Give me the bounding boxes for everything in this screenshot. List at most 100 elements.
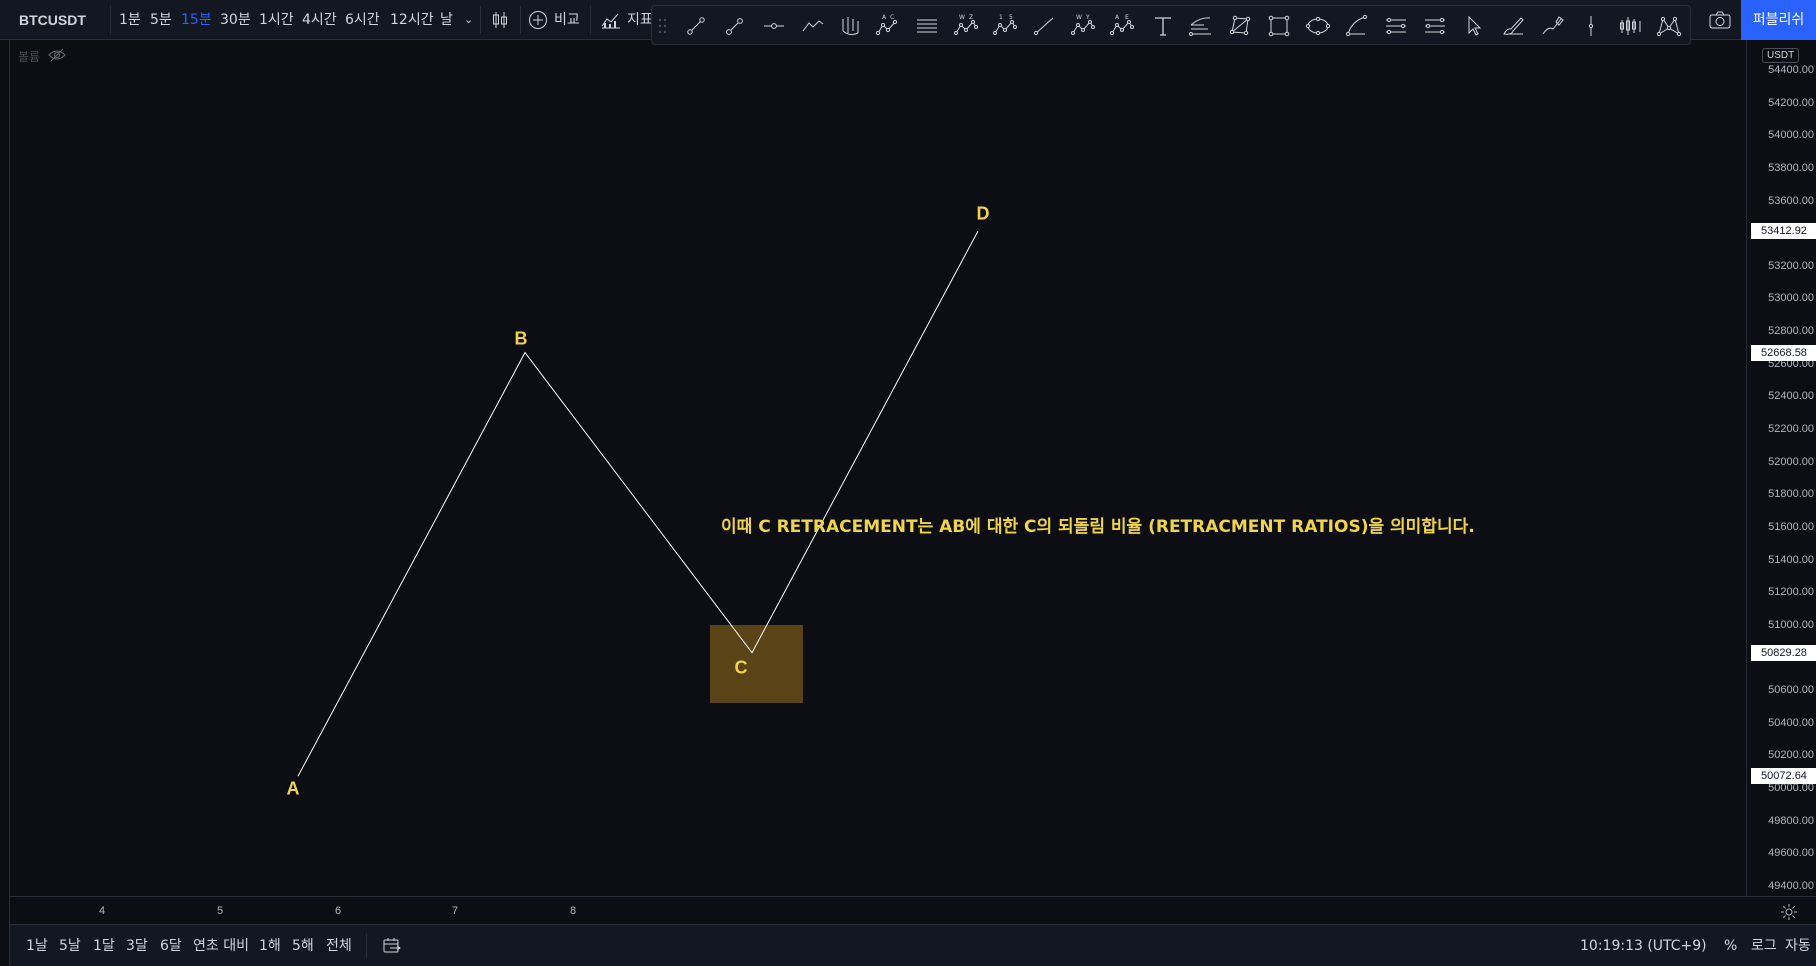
toolbar-divider [520,6,521,34]
timeframe-dropdown-chevron-icon[interactable]: ⌄ [464,0,473,40]
percent-toggle[interactable]: % [1724,925,1737,966]
time-tick: 5 [217,905,224,917]
price-axis[interactable]: 54400.00 54200.00 54000.00 53800.00 53600.00… [1746,40,1816,896]
price-tick: 54000.00 [1768,129,1814,142]
point-b-label: B [514,328,528,349]
rectangle-icon[interactable] [1265,12,1293,40]
time-tick: 4 [99,905,106,917]
price-tick: 51400.00 [1768,553,1814,566]
camera-icon[interactable] [1704,6,1736,34]
log-toggle[interactable]: 로그 [1751,925,1777,966]
annotation-text[interactable]: 이때 C RETRACEMENT는 AB에 대한 C의 되돌림 비율 (RETR… [721,512,1475,537]
price-tick: 50400.00 [1768,716,1814,729]
timeframe-15m[interactable]: 15분 [181,0,212,40]
calendar-goto-icon[interactable] [382,936,402,956]
candles-icon[interactable] [490,10,510,30]
path-icon[interactable] [799,12,827,40]
auto-toggle[interactable]: 자동 [1785,925,1811,966]
wy-wave-icon[interactable]: WY [1069,12,1097,40]
time-tick: 8 [570,905,577,917]
time-tick: 7 [452,905,459,917]
wz-wave-icon[interactable]: WZ [952,12,980,40]
time-axis[interactable]: 4 5 6 7 8 [10,896,1816,924]
price-tick: 49600.00 [1768,847,1814,860]
range-all[interactable]: 전체 [326,925,352,966]
volume-legend: 볼륨 [18,48,66,65]
price-tick: 54400.00 [1768,64,1814,76]
brush-icon[interactable] [1499,12,1527,40]
indicators-button[interactable]: 지표 [627,0,653,40]
xabcd-pattern-icon[interactable] [1655,12,1683,40]
bars-pattern-icon[interactable] [1616,12,1644,40]
point-a-label: A [286,778,300,799]
date-range-icon[interactable] [1421,12,1449,40]
range-3m[interactable]: 3달 [126,925,148,966]
range-1m[interactable]: 1달 [93,925,115,966]
compare-button[interactable]: 비교 [554,0,580,40]
timeframe-1m[interactable]: 1분 [119,0,141,40]
point-d-label: D [976,203,990,224]
timeframe-6h[interactable]: 6시간 [345,0,380,40]
vertical-line-icon[interactable] [1577,12,1605,40]
bottom-toolbar: 1날 5날 1달 3달 6달 연초 대비 1해 5해 전체 10:19:13 (… [10,924,1816,966]
price-tick: 51600.00 [1768,520,1814,533]
cursor-icon[interactable] [1460,12,1488,40]
compare-plus-icon[interactable] [528,10,548,30]
eye-hidden-icon[interactable] [48,48,66,65]
price-tick: 53600.00 [1768,194,1814,207]
range-5d[interactable]: 5날 [59,925,81,966]
timeframe-1h[interactable]: 1시간 [259,0,294,40]
polygon-icon[interactable] [1226,12,1254,40]
c-highlight-box[interactable] [710,625,803,703]
range-6m[interactable]: 6달 [160,925,182,966]
range-ytd[interactable]: 연초 대비 [193,925,249,966]
price-range-icon[interactable] [1382,12,1410,40]
range-1y[interactable]: 1해 [259,925,281,966]
parallel-channel-icon[interactable] [913,12,941,40]
drag-grip-icon[interactable] [658,16,668,36]
trend-line-icon[interactable] [682,12,710,40]
abcd-pattern-icon[interactable]: AC [874,12,902,40]
timeframe-5m[interactable]: 5분 [150,0,172,40]
range-5y[interactable]: 5해 [292,925,314,966]
time-tick: 6 [335,905,342,917]
fib-icon[interactable] [1187,12,1215,40]
toolbar-divider [590,6,591,34]
15-wave-icon[interactable]: 15 [991,12,1019,40]
range-1d[interactable]: 1날 [26,925,48,966]
timeframe-4h[interactable]: 4시간 [302,0,337,40]
highlighter-icon[interactable] [1538,12,1566,40]
ae-wave-icon[interactable]: AE [1108,12,1136,40]
timeframe-12h[interactable]: 12시간 [390,0,434,40]
price-tick: 51200.00 [1768,586,1814,599]
line-icon[interactable] [1030,12,1058,40]
price-tick: 52400.00 [1768,390,1814,403]
svg-text:W: W [959,14,965,21]
arc-icon[interactable] [1343,12,1371,40]
svg-text:Z: Z [969,14,973,21]
svg-text:Y: Y [1085,14,1090,21]
ellipse-icon[interactable] [1304,12,1332,40]
svg-text:A: A [1115,14,1120,21]
price-tick: 52200.00 [1768,423,1814,436]
toolbar-divider [480,6,481,34]
text-icon[interactable] [1149,12,1177,40]
price-tick: 53800.00 [1768,161,1814,174]
symbol-name[interactable]: BTCUSDT [19,0,86,40]
pitchfork-icon[interactable] [836,12,864,40]
gear-icon[interactable] [1780,903,1798,921]
price-marker-label: 53412.92 [1751,223,1816,240]
timeframe-30m[interactable]: 30분 [220,0,251,40]
price-tick: 54200.00 [1768,96,1814,109]
horizontal-segment-icon[interactable] [760,12,788,40]
ray-icon[interactable] [721,12,749,40]
indicators-icon[interactable] [600,10,622,30]
clock-time[interactable]: 10:19:13 (UTC+9) [1580,925,1707,966]
currency-label[interactable]: USDT [1762,48,1800,63]
timeframe-1d[interactable]: 날 [440,0,453,40]
svg-text:E: E [1125,14,1129,21]
price-tick: 52800.00 [1768,325,1814,338]
publish-button[interactable]: 퍼블리쉬 [1741,0,1816,40]
chart-pane[interactable] [10,40,1746,896]
price-tick: 50200.00 [1768,749,1814,762]
